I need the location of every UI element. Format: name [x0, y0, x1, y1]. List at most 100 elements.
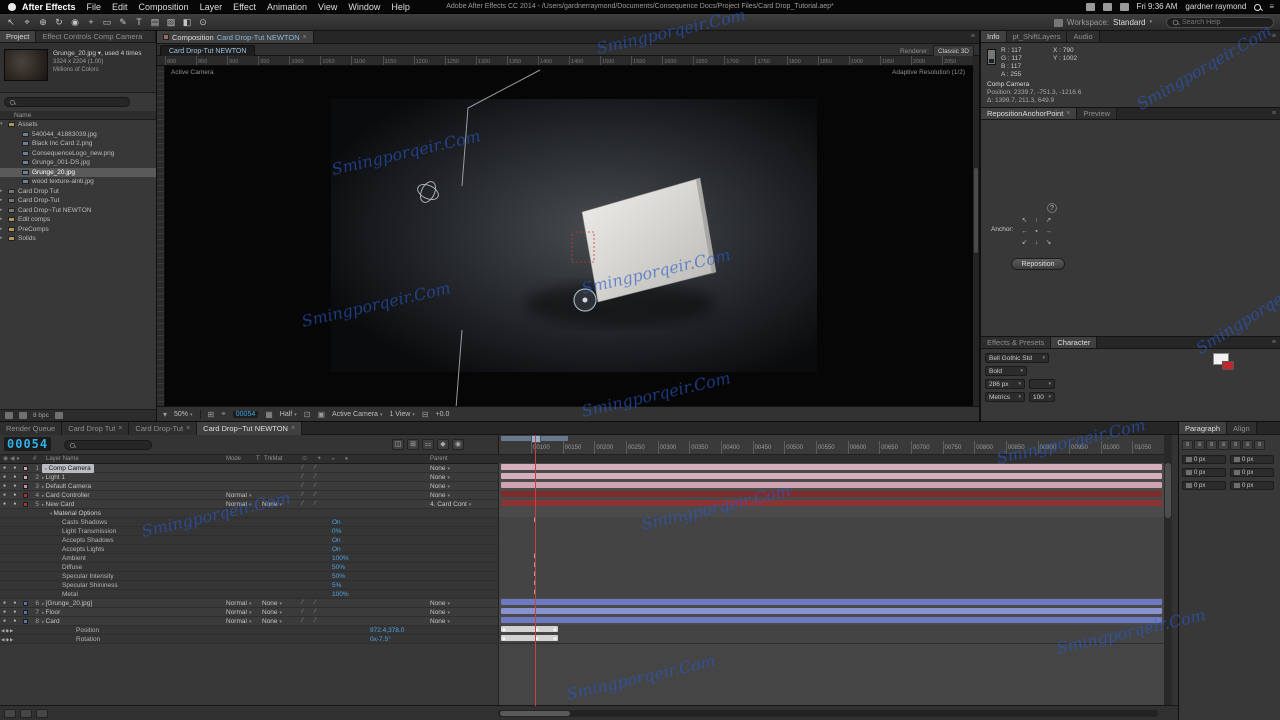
layer-track[interactable]: I ◆ ◆ ◆ [498, 508, 1164, 517]
frame-blending-icon[interactable]: ◆ [437, 439, 449, 450]
layer-visibility-icons[interactable]: ● ● [3, 599, 19, 608]
layer-duration-bar[interactable] [501, 491, 1162, 497]
panel-menu-icon[interactable]: ≡ [967, 31, 979, 43]
current-time-indicator-line[interactable] [535, 435, 536, 706]
track-matte-select[interactable] [262, 527, 264, 536]
track-matte-select[interactable] [262, 590, 264, 599]
preview-filename[interactable]: Grunge_20.jpg ▾, used 4 times [53, 50, 142, 58]
tab-project[interactable]: Project [0, 31, 36, 42]
track-matte-select[interactable] [262, 518, 264, 527]
timeline-row[interactable]: ● ● ◀◆▶ Rotation ⁄ ⁄ 0x-7.5° I ◆ ◆ ◆ [0, 635, 1164, 644]
blend-mode-select[interactable] [226, 635, 228, 644]
layer-duration-bar[interactable] [501, 464, 1162, 470]
align-center-icon[interactable]: ≡ [1194, 440, 1205, 450]
layer-switch-icons[interactable]: ⁄ ⁄ [302, 464, 321, 473]
paragraph-indent-field[interactable]: 0 px [1182, 468, 1226, 477]
layer-track[interactable]: I ◆ ◆ ◆ [498, 625, 1164, 634]
property-value[interactable]: On [332, 536, 341, 545]
property-value[interactable]: 0% [332, 527, 341, 536]
twirl-icon[interactable]: ▸ [0, 215, 5, 225]
layer-track[interactable]: I ◆ ◆ ◆ [498, 544, 1164, 553]
track-matte-select[interactable] [262, 563, 264, 572]
layer-name[interactable]: Rotation [76, 635, 100, 644]
project-item[interactable]: Grunge_20.jpg [0, 168, 156, 178]
menu-item[interactable]: Effect [233, 0, 256, 14]
property-value[interactable]: 100% [332, 554, 349, 563]
layer-visibility-icons[interactable]: ● ● [3, 464, 19, 473]
layer-track[interactable]: I ◆ ◆ ◆ [498, 553, 1164, 562]
parent-select[interactable] [430, 518, 432, 527]
layer-name[interactable]: Specular Intensity [62, 572, 114, 581]
layer-switch-icons[interactable]: ⁄ ⁄ [302, 473, 321, 482]
layer-track[interactable]: I ◆ ◆ ◆ [498, 517, 1164, 526]
layer-track[interactable]: I ◆ ◆ ◆ [498, 571, 1164, 580]
menubar-clock[interactable]: Fri 9:36 AM [1137, 0, 1178, 14]
workspace-switcher[interactable]: Workspace: Standard ▾ [1054, 16, 1152, 29]
timeline-search-input[interactable] [79, 442, 145, 449]
timeline-zoom-out-icon[interactable] [36, 709, 48, 718]
justify-all-icon[interactable]: ≡ [1254, 440, 1265, 450]
track-matte-select[interactable] [262, 473, 264, 482]
trash-icon[interactable] [55, 412, 63, 419]
parent-select[interactable] [430, 590, 432, 599]
layer-name[interactable]: New Card [42, 500, 74, 509]
anchor-pad-cell[interactable]: ↓ [1031, 238, 1042, 248]
keyframe-icon[interactable]: ◆ [502, 635, 506, 644]
project-item[interactable]: ▸ PreComps [0, 225, 156, 235]
tab-close-icon[interactable]: × [118, 425, 122, 432]
property-value[interactable]: On [332, 518, 341, 527]
layer-track[interactable]: I ◆ ◆ ◆ [498, 580, 1164, 589]
tab-close-icon[interactable]: × [303, 34, 307, 41]
track-matte-select[interactable] [262, 464, 264, 473]
project-item[interactable]: Black Inc Card 2.png [0, 139, 156, 149]
panel-menu-icon[interactable]: ≡ [1268, 337, 1280, 348]
keyframe-nav-icons[interactable]: ◀◆▶ [1, 635, 14, 644]
blend-mode-select[interactable] [226, 563, 228, 572]
apple-menu-icon[interactable] [8, 3, 16, 11]
tab-reposition-anchor-point[interactable]: RepositionAnchorPoint × [981, 108, 1077, 119]
layer-name[interactable]: Card Controller [42, 491, 90, 500]
track-matte-select[interactable] [262, 536, 264, 545]
layer-track[interactable]: I ◆ ◆ ◆ [498, 607, 1164, 616]
blend-mode-select[interactable] [226, 464, 228, 473]
menu-item[interactable]: Animation [267, 0, 307, 14]
layer-name[interactable]: Comp Camera [42, 464, 94, 473]
exposure-value[interactable]: +0.0 [436, 411, 450, 418]
anchor-pad-cell[interactable]: ← [1019, 227, 1030, 237]
menubar-wifi-icon[interactable] [1120, 3, 1129, 11]
layer-track[interactable]: I ◆ ◆ ◆ [498, 562, 1164, 571]
transparency-grid-icon[interactable]: ▣ [317, 410, 325, 419]
blend-mode-select[interactable] [226, 527, 228, 536]
blend-mode-select[interactable] [226, 536, 228, 545]
track-matte-select[interactable] [262, 482, 264, 491]
comp-vertical-scrollbar[interactable] [973, 66, 979, 406]
project-bit-depth[interactable]: 8 bpc [33, 412, 49, 419]
comp-viewport[interactable]: Active Camera Adaptive Resolution (1/2) [165, 66, 973, 406]
parent-select[interactable] [430, 554, 432, 563]
layer-duration-bar[interactable] [501, 608, 1162, 614]
tool-button[interactable]: + [84, 16, 98, 29]
layer-track[interactable]: I ◆ ◆ ◆ [498, 463, 1164, 472]
layer-track[interactable]: I ◆ ◆ ◆ [498, 589, 1164, 598]
camera-select[interactable]: Active Camera [332, 411, 382, 418]
blend-mode-select[interactable] [226, 554, 228, 563]
tool-button[interactable]: ⊙ [196, 16, 210, 29]
timeline-horizontal-scrollbar[interactable] [498, 710, 1158, 717]
chevron-down-icon[interactable]: ▾ [163, 410, 167, 419]
paragraph-indent-field[interactable]: 0 px [1230, 481, 1274, 490]
layer-color-chip[interactable] [23, 493, 28, 498]
layer-color-chip[interactable] [23, 601, 28, 606]
justify-last-center-icon[interactable]: ≡ [1230, 440, 1241, 450]
layer-track[interactable]: I ◆ ◆ ◆ [498, 499, 1164, 508]
layer-name[interactable]: Position [76, 626, 99, 635]
panel-menu-icon[interactable]: ≡ [1268, 108, 1280, 119]
kerning-select[interactable]: Metrics [985, 392, 1025, 402]
blend-mode-select[interactable] [226, 590, 228, 599]
anchor-target[interactable] [574, 289, 596, 311]
layer-duration-bar[interactable] [501, 599, 1162, 605]
menu-item[interactable]: Composition [139, 0, 189, 14]
track-matte-select[interactable] [262, 491, 264, 500]
time-ruler[interactable]: 0010000150002000025000300003500040000450… [498, 435, 1164, 455]
view-layout-select[interactable]: 1 View [389, 411, 414, 418]
parent-select[interactable] [430, 545, 432, 554]
